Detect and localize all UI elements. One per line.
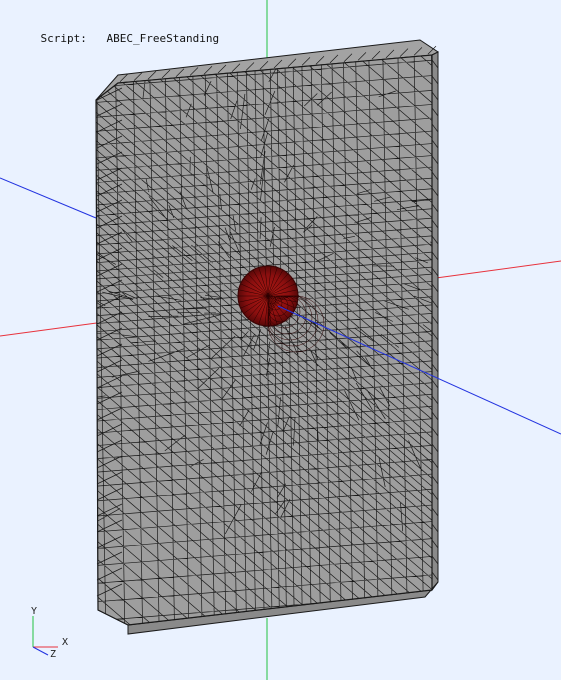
3d-viewport[interactable]: Y X Z Script: ABEC_FreeStanding bbox=[0, 0, 561, 680]
scene-canvas[interactable]: Y X Z bbox=[0, 0, 561, 680]
x-axis-line-right bbox=[435, 260, 561, 279]
script-name: ABEC_FreeStanding bbox=[106, 32, 220, 45]
z-axis-line-back bbox=[0, 177, 97, 219]
triad-y-label: Y bbox=[31, 606, 37, 617]
x-axis-line-left bbox=[0, 321, 105, 337]
triad-z-axis bbox=[32, 646, 49, 656]
script-info: Script: ABEC_FreeStanding bbox=[14, 19, 220, 58]
script-label: Script: bbox=[40, 32, 87, 45]
triad-x-label: X bbox=[62, 637, 68, 648]
orientation-triad: Y X Z bbox=[31, 606, 68, 660]
triad-z-label: Z bbox=[50, 649, 56, 660]
